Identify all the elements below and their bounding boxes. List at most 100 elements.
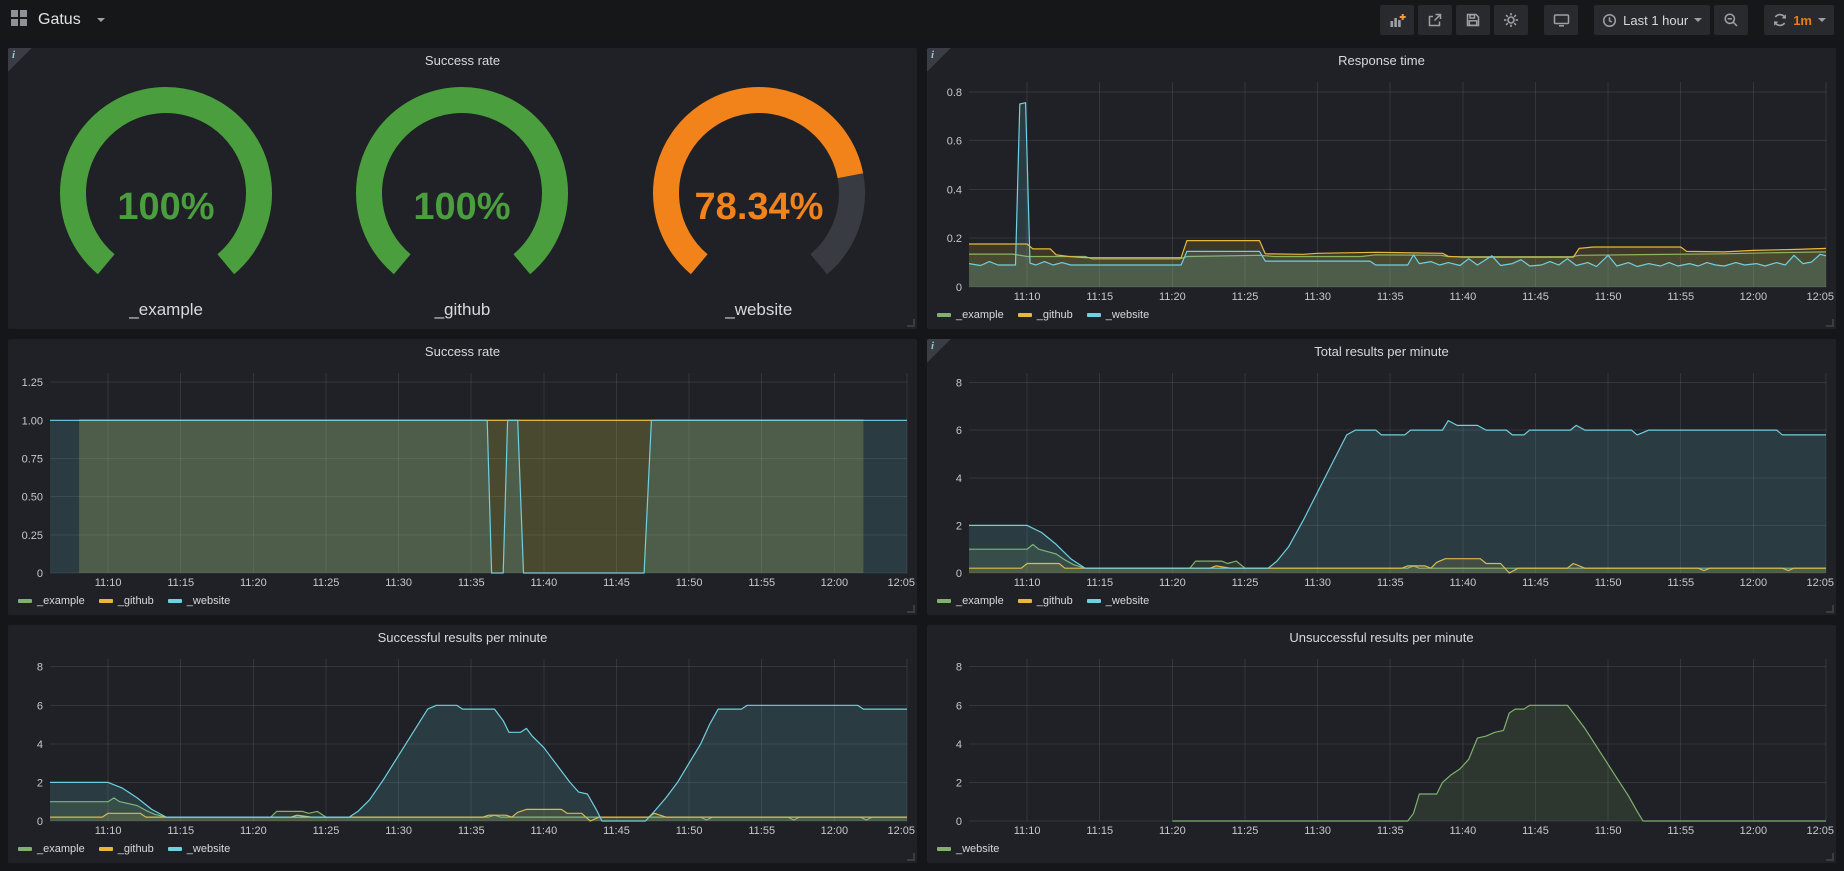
x-tick-label: 11:50	[1595, 825, 1622, 837]
dashboard-title[interactable]: Gatus	[38, 11, 81, 29]
x-tick-label: 12:05	[887, 825, 915, 837]
y-tick-label: 4	[956, 473, 962, 485]
panel-total-results: i Total results per minute 11:1011:1511:…	[927, 339, 1836, 615]
gauge-arc-value	[369, 100, 555, 264]
legend: _website	[927, 839, 1836, 863]
legend-label: _github	[1037, 595, 1073, 607]
time-range-button[interactable]: Last 1 hour	[1594, 5, 1710, 35]
y-tick-label: 2	[37, 777, 43, 789]
settings-button[interactable]	[1494, 5, 1528, 35]
legend-swatch	[99, 847, 113, 851]
y-tick-label: 4	[956, 739, 962, 751]
add-panel-button[interactable]	[1380, 5, 1414, 35]
panel-successful-results: Successful results per minute 11:1011:15…	[8, 625, 917, 863]
dashboard-caret-down-icon[interactable]	[97, 18, 105, 22]
share-button[interactable]	[1418, 5, 1452, 35]
panel-info-icon[interactable]: i	[8, 48, 32, 72]
gear-icon	[1503, 12, 1519, 28]
legend-item-_website[interactable]: _website	[168, 843, 230, 855]
time-range-label: Last 1 hour	[1623, 13, 1688, 28]
x-tick-label: 11:20	[1159, 577, 1186, 589]
x-tick-label: 11:30	[1304, 825, 1331, 837]
zoom-out-icon	[1723, 12, 1739, 28]
y-tick-label: 4	[37, 739, 43, 751]
gauge-group: 100%_example100%_github78.34%_website	[8, 74, 917, 329]
legend-swatch	[1087, 599, 1101, 603]
legend-item-_example[interactable]: _example	[18, 595, 85, 607]
y-tick-label: 0	[956, 282, 962, 294]
legend-item-_github[interactable]: _github	[99, 595, 154, 607]
x-tick-label: 11:25	[1232, 291, 1259, 303]
save-button[interactable]	[1456, 5, 1490, 35]
legend-item-_example[interactable]: _example	[937, 595, 1004, 607]
gauge-label: _github	[435, 300, 491, 320]
y-tick-label: 0.4	[947, 184, 962, 196]
x-tick-label: 11:15	[167, 825, 194, 837]
panel-title[interactable]: Successful results per minute	[8, 625, 917, 651]
refresh-button[interactable]: 1m	[1764, 5, 1834, 35]
gauge-arc-rest	[819, 175, 852, 263]
legend-item-_website[interactable]: _website	[1087, 595, 1149, 607]
time-series-plot[interactable]: 11:1011:1511:2011:2511:3011:3511:4011:45…	[927, 651, 1836, 839]
x-tick-label: 11:30	[385, 577, 412, 589]
panel-title[interactable]: Success rate	[8, 339, 917, 365]
legend-label: _website	[1106, 309, 1149, 321]
x-tick-label: 12:00	[1740, 825, 1768, 837]
legend-swatch	[1018, 313, 1032, 317]
panel-info-icon[interactable]: i	[927, 339, 951, 363]
gauge-value: 78.34%	[694, 186, 823, 228]
x-tick-label: 12:05	[887, 577, 915, 589]
tv-mode-button[interactable]	[1544, 5, 1578, 35]
time-series-plot[interactable]: 11:1011:1511:2011:2511:3011:3511:4011:45…	[927, 365, 1836, 591]
legend-label: _github	[118, 595, 154, 607]
legend-item-_website[interactable]: _website	[168, 595, 230, 607]
panel-success-rate-gauges: i Success rate 100%_example100%_github78…	[8, 48, 917, 329]
monitor-icon	[1553, 12, 1570, 28]
legend-swatch	[1018, 599, 1032, 603]
panel-title[interactable]: Total results per minute	[927, 339, 1836, 365]
time-series-plot[interactable]: 11:1011:1511:2011:2511:3011:3511:4011:45…	[8, 651, 917, 839]
panel-info-icon[interactable]: i	[927, 48, 951, 72]
legend: _example _github _website	[927, 305, 1836, 329]
x-tick-label: 11:25	[313, 577, 340, 589]
share-icon	[1427, 12, 1443, 28]
y-tick-label: 6	[956, 425, 962, 437]
legend-item-_github[interactable]: _github	[1018, 595, 1073, 607]
x-tick-label: 11:10	[95, 577, 122, 589]
x-tick-label: 11:50	[676, 825, 703, 837]
legend-item-_github[interactable]: _github	[99, 843, 154, 855]
legend-item-_website[interactable]: _website	[937, 843, 999, 855]
panel-title[interactable]: Response time	[927, 48, 1836, 74]
y-tick-label: 0	[956, 568, 962, 580]
x-tick-label: 11:45	[603, 825, 630, 837]
legend-swatch	[1087, 313, 1101, 317]
x-tick-label: 11:15	[1086, 291, 1113, 303]
navbar: Gatus	[0, 0, 1844, 40]
panel-title[interactable]: Unsuccessful results per minute	[927, 625, 1836, 651]
x-tick-label: 11:45	[1522, 291, 1549, 303]
bar-chart-plus-icon	[1389, 12, 1406, 29]
zoom-out-button[interactable]	[1714, 5, 1748, 35]
x-tick-label: 11:40	[531, 825, 558, 837]
save-icon	[1465, 12, 1481, 28]
time-series-plot[interactable]: 11:1011:1511:2011:2511:3011:3511:4011:45…	[8, 365, 917, 591]
x-tick-label: 11:55	[1667, 291, 1694, 303]
time-series-plot[interactable]: 11:1011:1511:2011:2511:3011:3511:4011:45…	[927, 74, 1836, 305]
dashboards-grid-icon[interactable]	[10, 9, 28, 32]
panel-title[interactable]: Success rate	[8, 48, 917, 74]
x-tick-label: 11:30	[385, 825, 412, 837]
gauge-arc-value	[666, 100, 850, 264]
legend-item-_website[interactable]: _website	[1087, 309, 1149, 321]
x-tick-label: 12:00	[1740, 291, 1768, 303]
x-tick-label: 11:30	[1304, 577, 1331, 589]
legend-item-_example[interactable]: _example	[18, 843, 85, 855]
legend-item-_example[interactable]: _example	[937, 309, 1004, 321]
x-tick-label: 11:25	[1232, 825, 1259, 837]
x-tick-label: 11:35	[1377, 825, 1404, 837]
dashboard-grid: i Success rate 100%_example100%_github78…	[0, 40, 1844, 871]
x-tick-label: 12:00	[821, 577, 849, 589]
legend-item-_github[interactable]: _github	[1018, 309, 1073, 321]
refresh-interval-label: 1m	[1793, 13, 1812, 28]
clock-icon	[1602, 13, 1617, 28]
x-tick-label: 12:00	[821, 825, 849, 837]
